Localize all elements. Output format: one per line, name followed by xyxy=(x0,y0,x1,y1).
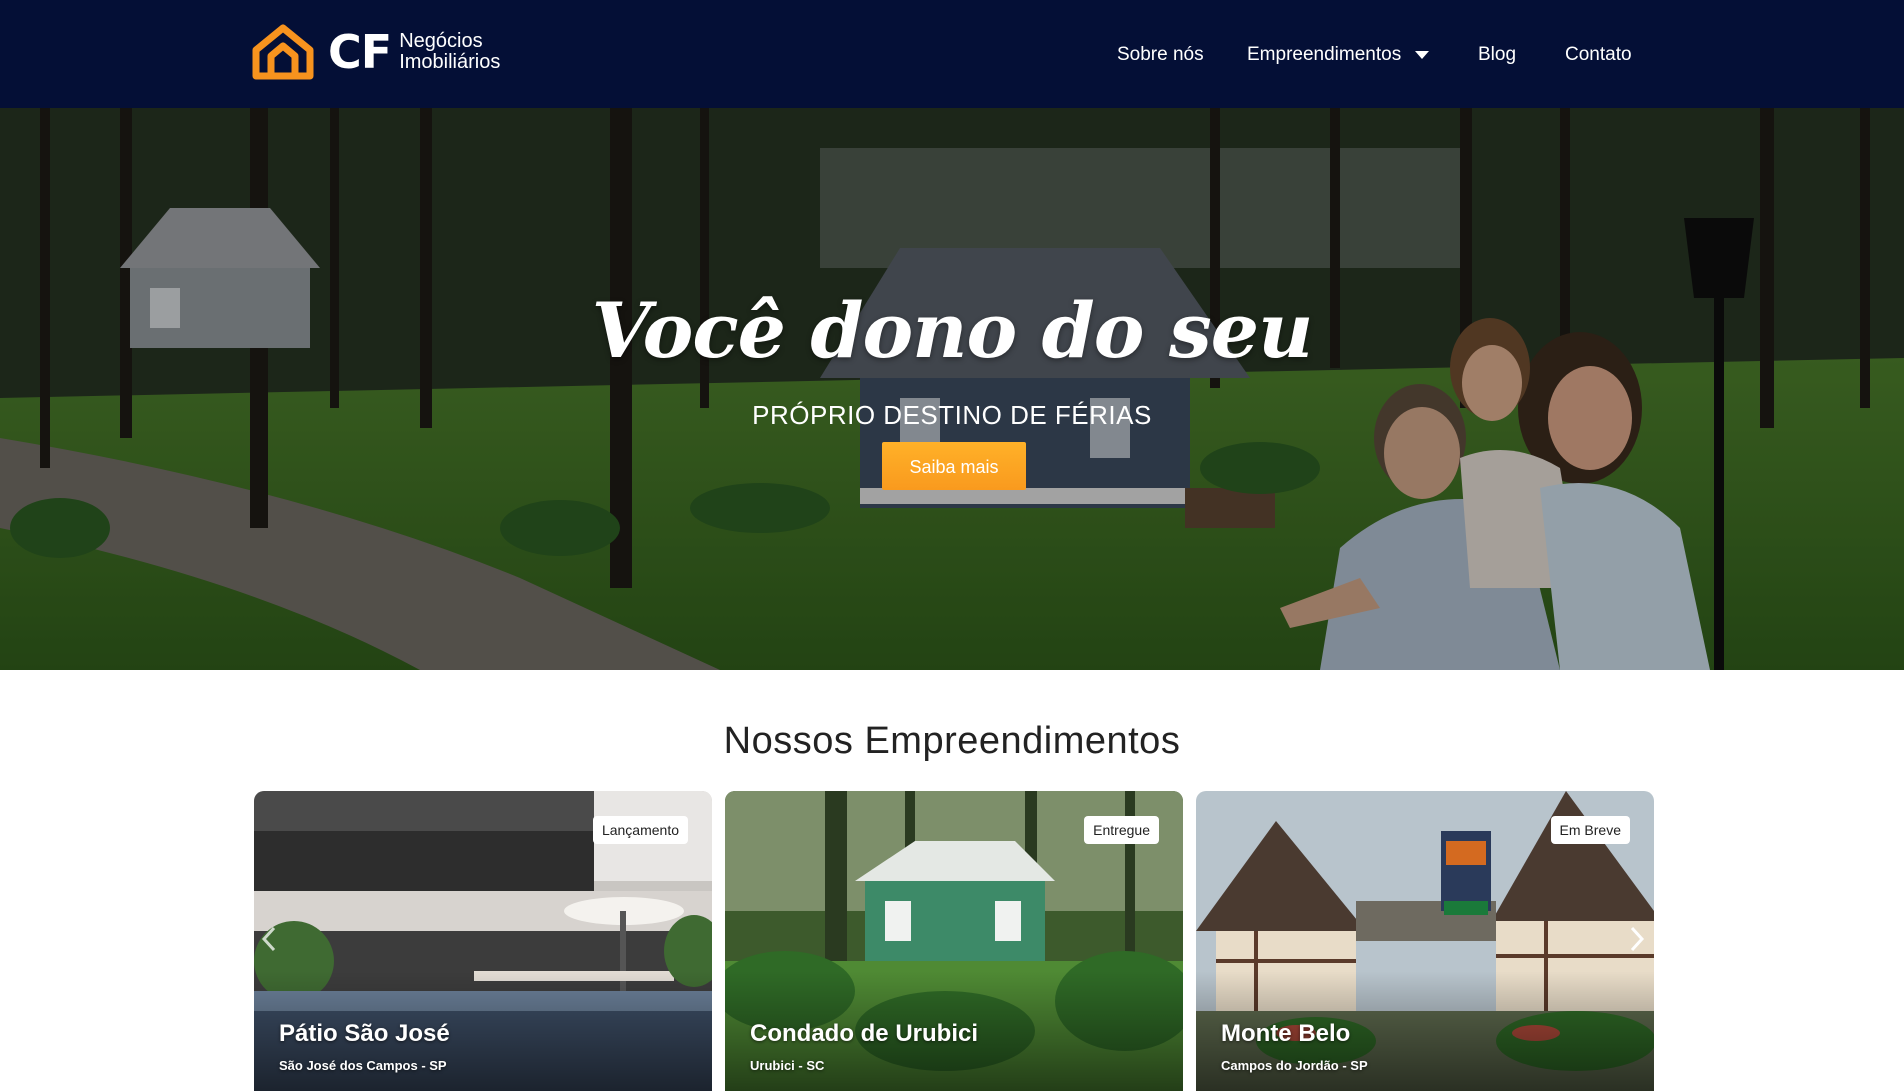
nav-contato[interactable]: Contato xyxy=(1565,40,1632,70)
hero-subtitle: PRÓPRIO DESTINO DE FÉRIAS xyxy=(752,400,1152,430)
project-name: Monte Belo xyxy=(1221,1020,1351,1047)
project-name: Pátio São José xyxy=(279,1020,450,1047)
caret-down-icon xyxy=(1415,51,1430,59)
nav-empreendimentos[interactable]: Empreendimentos xyxy=(1247,40,1430,70)
saiba-mais-button[interactable]: Saiba mais xyxy=(882,442,1026,490)
project-name: Condado de Urubici xyxy=(750,1020,978,1047)
site-header: CF Negócios Imobiliários Sobre nós Empre… xyxy=(0,0,1904,108)
nav-empreendimentos-label: Empreendimentos xyxy=(1247,44,1402,65)
hero-banner: Você dono do seu PRÓPRIO DESTINO DE FÉRI… xyxy=(0,108,1904,670)
status-badge: Em Breve xyxy=(1550,816,1630,844)
project-card-patio-sao-jose[interactable]: Lançamento Pátio São José São José dos C… xyxy=(254,791,712,1091)
project-card-monte-belo[interactable]: Em Breve Monte Belo Campos do Jordão - S… xyxy=(1196,791,1654,1091)
status-badge: Entregue xyxy=(1084,816,1159,844)
nav-sobre-nos[interactable]: Sobre nós xyxy=(1117,40,1204,70)
section-title: Nossos Empreendimentos xyxy=(723,720,1181,762)
project-location: Urubici - SC xyxy=(750,1058,825,1073)
hero-title: Você dono do seu xyxy=(591,286,1314,375)
main-nav: Sobre nós Empreendimentos Blog Contato xyxy=(0,40,1904,70)
chevron-left-icon[interactable] xyxy=(258,924,280,954)
nav-blog[interactable]: Blog xyxy=(1478,40,1516,70)
project-location: São José dos Campos - SP xyxy=(279,1058,447,1073)
chevron-right-icon[interactable] xyxy=(1626,924,1648,954)
status-badge: Lançamento xyxy=(592,816,688,844)
hero-overlay xyxy=(0,108,1904,670)
project-location: Campos do Jordão - SP xyxy=(1221,1058,1368,1073)
project-card-condado-de-urubici[interactable]: Entregue Condado de Urubici Urubici - SC xyxy=(725,791,1183,1091)
